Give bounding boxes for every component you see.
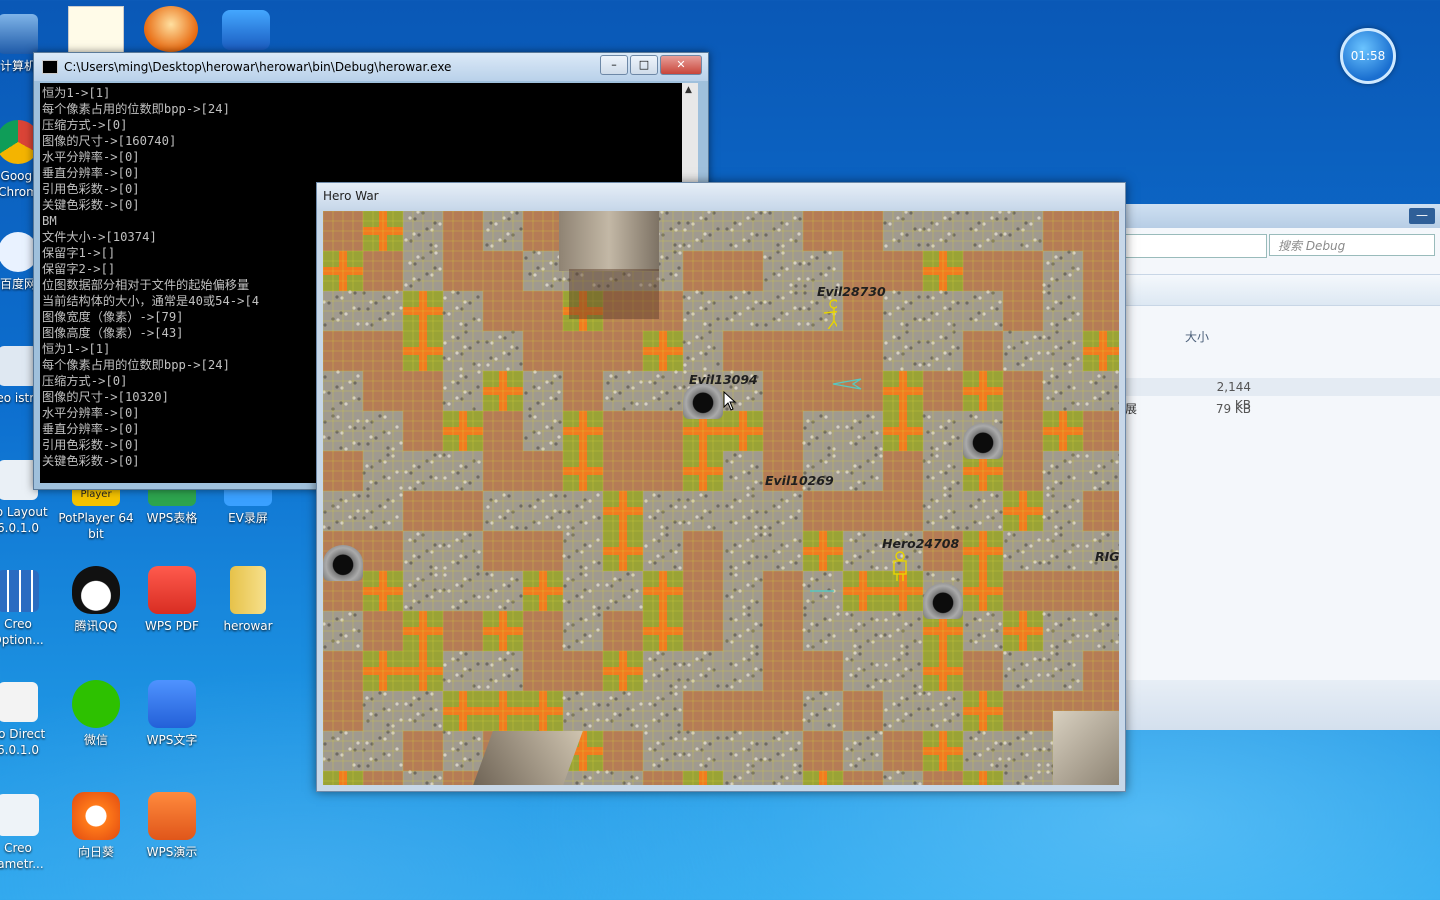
console-window-controls: – □ ✕	[600, 55, 702, 75]
unit-label: RIG	[1095, 549, 1119, 564]
desktop-icon-label: 微信	[83, 733, 108, 747]
arrow-projectile	[810, 590, 834, 592]
qq-icon	[72, 566, 120, 614]
firefox-icon[interactable]	[144, 6, 198, 52]
desktop-icon-creo-options[interactable]: Creo Option...	[0, 570, 56, 648]
file-name: 展	[1125, 402, 1138, 416]
desktop-icon-label: Creo rametr...	[0, 841, 44, 871]
unit-label: Hero24708	[882, 536, 960, 551]
desktop-icon-label: eo Layout 6.0.1.0	[0, 505, 48, 535]
app-icon[interactable]	[222, 10, 270, 50]
map-tiles	[323, 211, 1119, 785]
evil-unit	[823, 299, 837, 329]
desktop-icon-label: WPS演示	[146, 845, 198, 859]
desktop-icon-label: WPS PDF	[145, 619, 199, 633]
computer-icon	[0, 14, 38, 54]
desktop-icon-potplayer[interactable]: Player PotPlayer 64 bit	[58, 484, 134, 542]
hero-unit	[893, 551, 907, 581]
explorer-search-input[interactable]: 搜索 Debug	[1269, 234, 1435, 256]
desktop-icon-sunflower[interactable]: 向日葵	[58, 792, 134, 860]
desktop-icon-wps-sheet[interactable]: WPS表格	[134, 484, 210, 526]
wps-pdf-icon	[148, 566, 196, 614]
file-size: 79 KB	[1215, 402, 1251, 416]
console-icon	[42, 60, 58, 74]
game-window[interactable]: Hero War Evil28730 Evil13094 Evil10269 H…	[316, 182, 1126, 792]
mouse-cursor	[723, 391, 737, 411]
list-item[interactable]: 2,144 KB	[1111, 378, 1440, 412]
desktop-icon-label: eo Direct 6.0.1.0	[0, 727, 46, 757]
cave-spawn	[323, 545, 363, 581]
desktop-icon-label: herowar	[223, 619, 273, 633]
folder-icon	[230, 566, 266, 614]
minimize-button[interactable]: –	[600, 55, 628, 75]
clock-gadget[interactable]: 01:58	[1340, 28, 1396, 84]
desktop-icon-creo-direct[interactable]: eo Direct 6.0.1.0	[0, 682, 56, 758]
wechat-icon	[72, 680, 120, 728]
desktop-icon-ev[interactable]: EV录屏	[210, 484, 286, 526]
wps-writer-icon	[148, 680, 196, 728]
desktop-icon-herowar-folder[interactable]: herowar	[210, 566, 286, 634]
explorer-minimize-button[interactable]: —	[1409, 208, 1435, 224]
explorer-window[interactable]: — 搜索 Debug 大小 2,144 KB 展 79 KB	[1110, 204, 1440, 730]
wps-present-icon	[148, 792, 196, 840]
desktop-icon-label: 向日葵	[77, 845, 114, 859]
tower-bottom-right	[1053, 711, 1119, 785]
unit-label: Evil10269	[765, 473, 834, 488]
console-title: C:\Users\ming\Desktop\herowar\herowar\bi…	[64, 60, 452, 74]
desktop-icon-wps-pdf[interactable]: WPS PDF	[134, 566, 210, 634]
explorer-size-column-header[interactable]: 大小	[1185, 328, 1209, 345]
list-item[interactable]: 展 79 KB	[1111, 400, 1440, 418]
game-board[interactable]: Evil28730 Evil13094 Evil10269 Hero24708 …	[323, 211, 1119, 785]
cave-spawn	[963, 423, 1003, 459]
unit-label: Evil13094	[689, 372, 758, 387]
creo-options-icon	[0, 570, 39, 612]
tower-shadow	[569, 269, 659, 319]
desktop-icon-qq[interactable]: 腾讯QQ	[58, 566, 134, 634]
desktop-icon-label: 腾讯QQ	[74, 619, 118, 633]
game-title: Hero War	[323, 189, 379, 203]
desktop-icon-label: WPS文字	[146, 733, 198, 747]
explorer-address-bar[interactable]	[1125, 234, 1267, 258]
desktop-icon-label: 计算机	[0, 59, 36, 73]
desktop-icon-label: EV录屏	[228, 511, 268, 525]
desktop-icon-wechat[interactable]: 微信	[58, 680, 134, 748]
desktop-icon-wps-writer[interactable]: WPS文字	[134, 680, 210, 748]
desktop-icon-label: Creo Option...	[0, 617, 44, 647]
arrow-projectile	[832, 378, 862, 390]
cave-spawn	[923, 583, 963, 619]
explorer-toolbar	[1111, 274, 1440, 306]
note-icon[interactable]	[68, 6, 124, 54]
game-titlebar[interactable]: Hero War	[317, 183, 1125, 209]
desktop-icon-wps-present[interactable]: WPS演示	[134, 792, 210, 860]
close-button[interactable]: ✕	[660, 55, 702, 75]
sunflower-icon	[72, 792, 120, 840]
explorer-titlebar[interactable]	[1111, 204, 1440, 228]
tower-top	[559, 211, 659, 271]
desktop-icon-label: PotPlayer 64 bit	[58, 511, 134, 541]
creo-direct-icon	[0, 682, 38, 722]
desktop-icon-creo-parametric[interactable]: Creo rametr...	[0, 794, 56, 872]
explorer-statusbar	[1111, 680, 1440, 730]
cave-spawn	[683, 383, 723, 419]
creo-parametric-icon	[0, 794, 39, 836]
desktop-icon-label: 百度网	[0, 277, 36, 291]
maximize-button[interactable]: □	[630, 55, 658, 75]
unit-label: Evil28730	[817, 284, 886, 299]
desktop-icon-label: WPS表格	[146, 511, 198, 525]
scroll-up-icon[interactable]: ▲	[685, 85, 692, 95]
